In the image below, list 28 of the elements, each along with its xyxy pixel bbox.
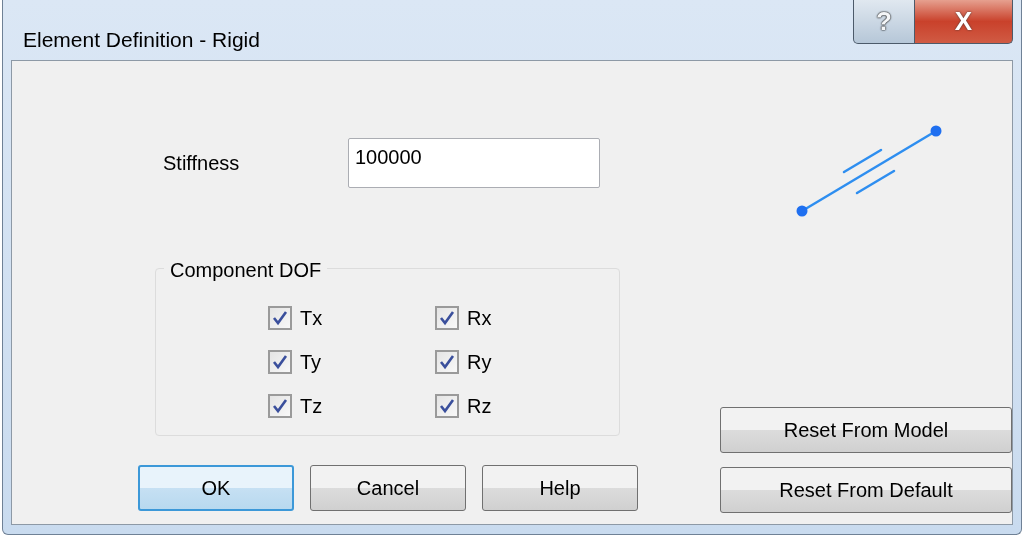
checkbox[interactable] <box>435 306 459 330</box>
checkbox-label: Rx <box>467 306 492 331</box>
checkbox[interactable] <box>268 394 292 418</box>
check-icon <box>439 398 455 414</box>
rigid-element-icon <box>794 125 944 217</box>
checkbox-label: Rz <box>467 394 492 419</box>
field-label: Stiffness <box>162 151 241 176</box>
reset-button[interactable]: Reset From Model <box>720 407 1012 453</box>
checkbox[interactable] <box>435 350 459 374</box>
check-icon <box>439 354 455 370</box>
window-title: Element Definition - Rigid <box>23 28 260 51</box>
checkbox-label: Tz <box>300 394 323 419</box>
checkbox-label: Tx <box>300 306 323 331</box>
check-icon <box>272 310 288 326</box>
dialog-button[interactable]: Help <box>482 465 638 511</box>
check-icon <box>272 354 288 370</box>
checkbox-label: Ty <box>300 350 322 375</box>
checkbox[interactable] <box>268 306 292 330</box>
dialog-button[interactable]: Cancel <box>310 465 466 511</box>
close-button[interactable]: X <box>915 0 1013 44</box>
reset-button[interactable]: Reset From Default <box>720 467 1012 513</box>
checkbox[interactable] <box>435 394 459 418</box>
check-icon <box>272 398 288 414</box>
check-icon <box>439 310 455 326</box>
checkbox-label: Ry <box>467 350 492 375</box>
dialog-button[interactable]: OK <box>138 465 294 511</box>
checkbox[interactable] <box>268 350 292 374</box>
stiffness-field[interactable]: 100000 <box>348 138 600 188</box>
